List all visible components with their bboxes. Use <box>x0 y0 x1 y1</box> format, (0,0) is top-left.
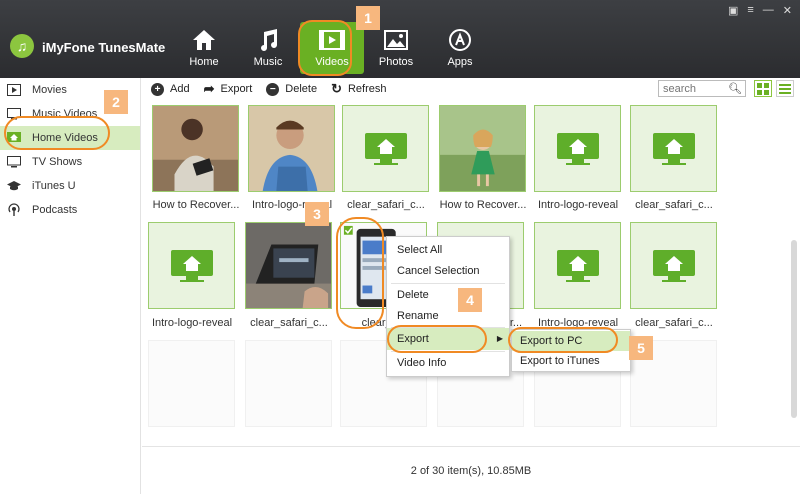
context-menu: Select All Cancel Selection Delete Renam… <box>386 236 510 377</box>
monitor-home-icon <box>364 132 407 165</box>
list-view-icon <box>779 83 791 94</box>
video-thumbnail[interactable] <box>152 105 239 192</box>
video-thumbnail-placeholder <box>245 340 332 427</box>
minus-icon: − <box>266 82 280 96</box>
annotation-badge-5: 5 <box>629 336 653 360</box>
annotation-badge-3: 3 <box>305 202 329 226</box>
app-logo-icon: ♫ <box>10 34 34 58</box>
video-title: clear_safari_c... <box>635 199 713 211</box>
movies-icon <box>6 83 22 97</box>
annotation-highlight-home-videos <box>4 116 110 150</box>
menu-item-export-to-itunes[interactable]: Export to iTunes <box>512 351 630 371</box>
video-thumbnail[interactable] <box>248 105 335 192</box>
photos-icon <box>383 28 409 52</box>
submenu-arrow-icon: ▶ <box>496 334 503 343</box>
tv-icon <box>6 155 22 169</box>
status-text: 2 of 30 item(s), 10.85MB <box>410 465 532 477</box>
video-thumbnail[interactable] <box>439 105 526 192</box>
video-title: How to Recover... <box>439 199 527 211</box>
window-controls: ▣ ≡ — ✕ <box>728 4 792 17</box>
status-bar: 2 of 30 item(s), 10.85MB <box>142 446 800 494</box>
menu-item-select-all[interactable]: Select All <box>387 239 509 261</box>
video-thumbnail[interactable] <box>342 105 429 192</box>
annotation-badge-1: 1 <box>356 6 380 30</box>
video-thumbnail[interactable] <box>534 105 621 192</box>
video-thumbnail[interactable] <box>245 222 332 309</box>
video-thumbnail[interactable] <box>534 222 621 309</box>
add-button[interactable]: + Add <box>151 82 190 96</box>
menu-item-video-info[interactable]: Video Info <box>387 352 509 374</box>
monitor-home-icon <box>652 132 695 165</box>
video-title: clear_safari_c... <box>347 199 425 211</box>
app-title: iMyFone TunesMate <box>42 40 166 55</box>
video-title: Intro-logo-reveal <box>537 199 619 211</box>
nav-home[interactable]: Home <box>172 22 236 74</box>
podcast-icon <box>6 203 22 217</box>
plus-icon: + <box>151 82 164 96</box>
export-button[interactable]: ➦ Export <box>204 81 253 97</box>
nav-music[interactable]: Music <box>236 22 300 74</box>
menu-icon[interactable]: ≡ <box>747 4 753 17</box>
annotation-highlight-videos <box>298 20 352 76</box>
video-title: clear_safari_c... <box>635 317 713 329</box>
monitor-home-icon <box>556 132 599 165</box>
annotation-highlight-export-to-pc <box>508 327 618 353</box>
menu-item-delete[interactable]: Delete <box>387 284 509 306</box>
refresh-button[interactable]: ↻ Refresh <box>331 81 386 97</box>
menu-item-cancel-selection[interactable]: Cancel Selection <box>387 260 509 282</box>
video-title: How to Recover... <box>152 199 240 211</box>
monitor-home-icon <box>556 249 599 282</box>
video-thumbnail-placeholder <box>148 340 235 427</box>
delete-button[interactable]: − Delete <box>266 82 317 96</box>
graduation-cap-icon <box>6 179 22 193</box>
grid-view-icon <box>757 82 769 95</box>
nav-apps[interactable]: Apps <box>428 22 492 74</box>
menu-item-rename[interactable]: Rename <box>387 305 509 327</box>
sidebar-item-podcasts[interactable]: Podcasts <box>0 198 140 222</box>
search-box: 🔍︎ <box>658 80 746 97</box>
annotation-badge-2: 2 <box>104 90 128 114</box>
refresh-icon: ↻ <box>331 81 342 96</box>
close-icon[interactable]: ✕ <box>783 4 792 17</box>
export-arrow-icon: ➦ <box>203 81 215 96</box>
video-thumbnail[interactable] <box>630 105 717 192</box>
minimize-icon[interactable]: — <box>763 4 774 17</box>
monitor-home-icon <box>652 249 695 282</box>
top-bar: ♫ iMyFone TunesMate ▣ ≡ — ✕ Home Music V… <box>0 0 800 78</box>
monitor-home-icon <box>170 249 213 282</box>
video-thumbnail[interactable] <box>148 222 235 309</box>
grid-view-button[interactable] <box>754 80 772 97</box>
video-thumbnail[interactable] <box>630 222 717 309</box>
feedback-icon[interactable]: ▣ <box>728 4 738 17</box>
annotation-badge-4: 4 <box>458 288 482 312</box>
vertical-scrollbar[interactable] <box>791 240 797 418</box>
list-view-button[interactable] <box>776 80 794 97</box>
annotation-highlight-selected-video <box>336 217 384 329</box>
sidebar-item-tv-shows[interactable]: TV Shows <box>0 150 140 174</box>
music-icon <box>255 28 281 52</box>
search-icon[interactable]: 🔍︎ <box>728 82 742 95</box>
apps-icon <box>447 28 473 52</box>
home-icon <box>191 28 217 52</box>
video-title: Intro-logo-reveal <box>151 317 233 329</box>
video-title: clear_safari_c... <box>250 317 328 329</box>
sidebar-item-itunes-u[interactable]: iTunes U <box>0 174 140 198</box>
search-input[interactable] <box>659 81 729 96</box>
annotation-highlight-export <box>387 325 487 353</box>
